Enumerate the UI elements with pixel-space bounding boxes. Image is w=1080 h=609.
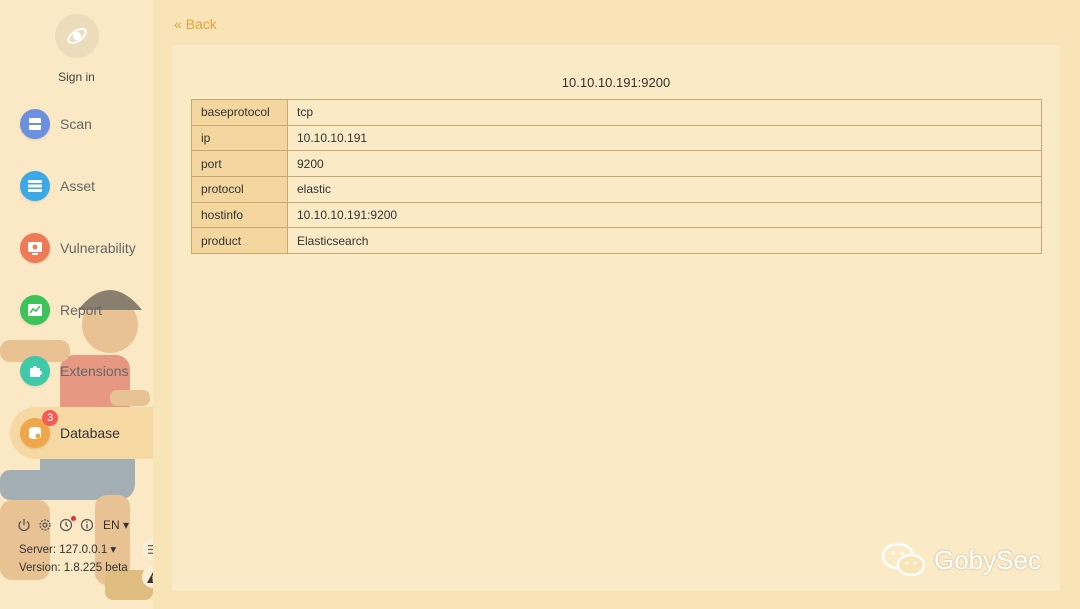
row-value: elastic xyxy=(287,176,1042,203)
table-row: hostinfo 10.10.10.191:9200 xyxy=(191,201,1042,229)
detail-table: baseprotocol tcp ip 10.10.10.191 port 9200 … xyxy=(191,99,1042,255)
asset-icon xyxy=(20,171,50,201)
row-value: Elasticsearch xyxy=(287,227,1042,255)
nav-item-asset[interactable]: Asset xyxy=(10,160,153,212)
power-icon[interactable] xyxy=(17,518,31,532)
report-icon xyxy=(20,295,50,325)
logo-icon[interactable] xyxy=(54,14,99,58)
nav-label-report: Report xyxy=(60,302,103,318)
bottom-toolbar: EN ▾ xyxy=(17,516,129,532)
nav-item-report[interactable]: Report xyxy=(10,284,153,336)
nav-item-scan[interactable]: Scan xyxy=(10,98,153,150)
info-icon[interactable] xyxy=(80,518,94,532)
update-dot-icon xyxy=(71,516,76,521)
table-row: ip 10.10.10.191 xyxy=(191,124,1042,152)
user-area: Sign in xyxy=(0,14,153,84)
table-row: port 9200 xyxy=(191,150,1042,178)
nav-item-vulnerability[interactable]: Vulnerability xyxy=(10,222,153,274)
row-key: baseprotocol xyxy=(191,99,288,126)
server-label: Server: 127.0.0.1 xyxy=(19,544,108,556)
nav-label-scan: Scan xyxy=(60,116,92,132)
database-badge: 3 xyxy=(42,410,58,426)
row-value: 9200 xyxy=(287,150,1042,178)
row-key: ip xyxy=(191,124,288,152)
row-value: 10.10.10.191:9200 xyxy=(287,201,1042,229)
nav-label-vulnerability: Vulnerability xyxy=(60,240,136,256)
database-icon: 3 xyxy=(20,410,58,448)
nav-item-database[interactable]: 3 Database xyxy=(10,407,153,459)
sidebar: Sign in Scan Asset Vulnerability Report … xyxy=(0,0,153,609)
vulnerability-icon xyxy=(20,233,50,263)
server-select[interactable]: Server: 127.0.0.1 ▾ xyxy=(19,542,116,556)
table-row: baseprotocol tcp xyxy=(191,99,1042,126)
sign-in-link[interactable]: Sign in xyxy=(0,70,153,84)
settings-icon[interactable] xyxy=(38,518,52,532)
nav-label-database: Database xyxy=(60,425,120,441)
nav-label-asset: Asset xyxy=(60,178,96,194)
table-row: protocol elastic xyxy=(191,176,1042,203)
row-key: protocol xyxy=(191,176,288,203)
warning-icon[interactable] xyxy=(142,566,153,588)
back-link[interactable]: « Back xyxy=(174,16,217,32)
menu-icon[interactable] xyxy=(142,538,153,560)
row-value: 10.10.10.191 xyxy=(287,124,1042,152)
chevron-double-left-icon: « xyxy=(174,16,182,32)
page-title: 10.10.10.191:9200 xyxy=(561,75,671,90)
row-key: hostinfo xyxy=(191,201,288,229)
detail-panel: 10.10.10.191:9200 baseprotocol tcp ip 10.1… xyxy=(172,45,1060,591)
language-select[interactable]: EN ▾ xyxy=(103,518,129,532)
update-icon[interactable] xyxy=(59,516,76,532)
extensions-icon xyxy=(20,356,50,386)
watermark: GobySec xyxy=(880,540,1041,580)
row-key: product xyxy=(191,227,288,255)
version-label: Version: 1.8.225 beta xyxy=(19,562,128,574)
back-label: Back xyxy=(185,16,217,32)
nav-item-extensions[interactable]: Extensions xyxy=(10,345,153,397)
wechat-icon xyxy=(881,542,926,577)
nav-label-extensions: Extensions xyxy=(60,363,129,379)
row-key: port xyxy=(191,150,288,178)
watermark-label: GobySec xyxy=(934,544,1041,575)
scan-icon xyxy=(20,109,50,139)
row-value: tcp xyxy=(287,99,1042,126)
language-label: EN xyxy=(103,518,120,532)
table-row: product Elasticsearch xyxy=(191,227,1042,255)
